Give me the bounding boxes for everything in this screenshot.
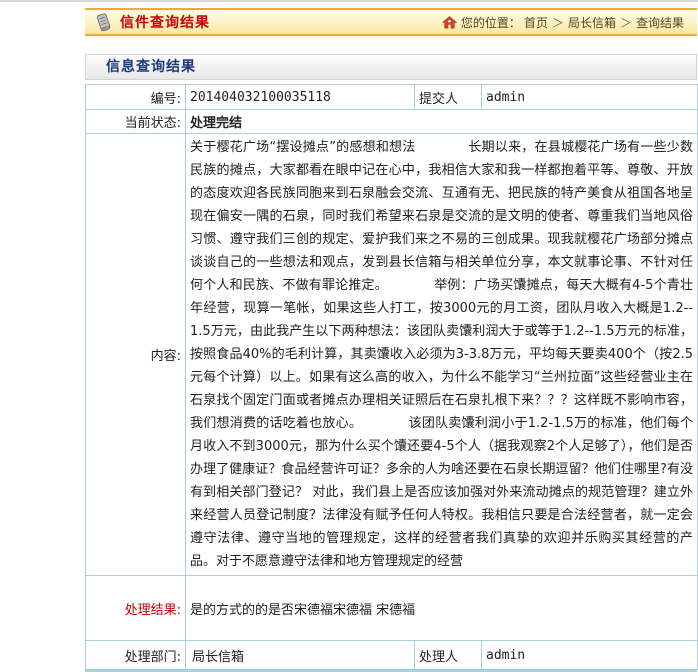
- breadcrumb-home-link[interactable]: 首页: [524, 14, 548, 31]
- table-row-result: 处理结果: 是的方式的的是否宋德福宋德福 宋德福: [86, 576, 698, 641]
- page-container: 信件查询结果 您的位置： 首页 ＞ 局长信箱 ＞ 查询结果 信息查询结果 编号:…: [85, 8, 697, 672]
- result-label: 处理结果:: [86, 576, 186, 641]
- letter-icon: [93, 12, 113, 32]
- department-label: 处理部门:: [86, 641, 186, 670]
- submitter-value: admin: [482, 85, 698, 110]
- table-row-department: 处理部门: 局长信箱 处理人 admin: [86, 641, 698, 670]
- processor-value: admin: [482, 641, 698, 670]
- top-divider: [0, 0, 698, 2]
- breadcrumb-separator: ＞: [620, 14, 632, 31]
- status-value: 处理完结: [186, 110, 698, 134]
- status-label: 当前状态:: [86, 110, 186, 134]
- title-bar: 信件查询结果 您的位置： 首页 ＞ 局长信箱 ＞ 查询结果: [85, 8, 697, 36]
- page-title: 信件查询结果: [120, 12, 210, 32]
- number-value: 201404032100035118: [186, 85, 415, 110]
- breadcrumb-current[interactable]: 查询结果: [636, 14, 684, 31]
- breadcrumb-mailbox-link[interactable]: 局长信箱: [568, 14, 616, 31]
- submitter-label: 提交人: [415, 85, 482, 110]
- content-label: 内容:: [86, 134, 186, 576]
- department-value: 局长信箱: [186, 641, 415, 670]
- content-value: 关于樱花广场“摆设摊点”的感想和想法 长期以来，在县城樱花广场有一些少数民族的摊…: [186, 134, 698, 576]
- number-label: 编号:: [86, 85, 186, 110]
- result-value: 是的方式的的是否宋德福宋德福 宋德福: [186, 576, 698, 641]
- processor-label: 处理人: [415, 641, 482, 670]
- breadcrumb: 您的位置： 首页 ＞ 局长信箱 ＞ 查询结果: [442, 14, 687, 31]
- table-row-content: 内容: 关于樱花广场“摆设摊点”的感想和想法 长期以来，在县城樱花广场有一些少数…: [86, 134, 698, 576]
- home-icon: [442, 16, 457, 29]
- table-row-number: 编号: 201404032100035118 提交人 admin: [86, 85, 698, 110]
- section-header: 信息查询结果: [85, 54, 697, 80]
- breadcrumb-prefix: 您的位置：: [461, 14, 521, 31]
- table-row-status: 当前状态: 处理完结: [86, 110, 698, 134]
- result-table: 编号: 201404032100035118 提交人 admin 当前状态: 处…: [85, 84, 698, 670]
- breadcrumb-separator: ＞: [552, 14, 564, 31]
